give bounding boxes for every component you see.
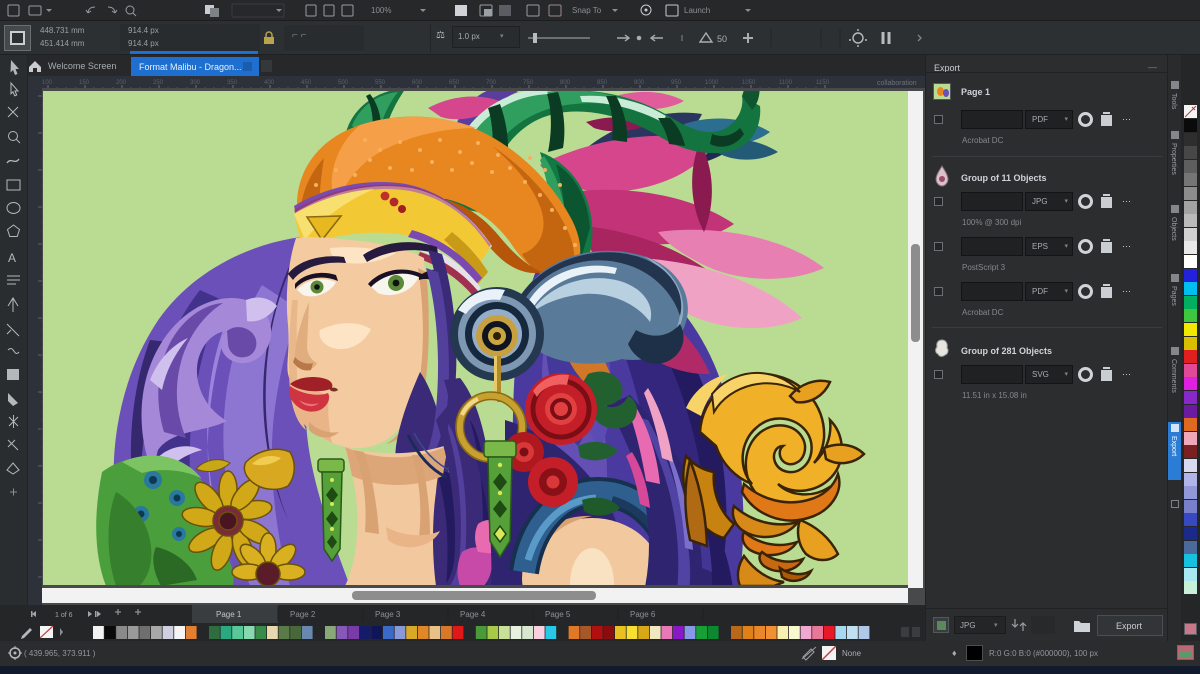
svg-text:400: 400 bbox=[264, 80, 275, 86]
svg-text:450: 450 bbox=[301, 80, 312, 86]
svg-text:300: 300 bbox=[190, 80, 201, 86]
svg-text:600: 600 bbox=[412, 80, 423, 86]
svg-text:350: 350 bbox=[227, 80, 238, 86]
svg-text:100: 100 bbox=[42, 80, 53, 86]
svg-text:950: 950 bbox=[671, 80, 682, 86]
svg-text:850: 850 bbox=[597, 80, 608, 86]
svg-text:1000: 1000 bbox=[705, 80, 719, 86]
svg-text:Page 4: Page 4 bbox=[460, 610, 486, 619]
svg-text:Page 3: Page 3 bbox=[375, 610, 401, 619]
svg-text:150: 150 bbox=[79, 80, 90, 86]
svg-text:200: 200 bbox=[116, 80, 127, 86]
svg-text:650: 650 bbox=[449, 80, 460, 86]
svg-text:1150: 1150 bbox=[816, 80, 830, 86]
svg-text:Page 1: Page 1 bbox=[216, 610, 242, 619]
svg-text:550: 550 bbox=[375, 80, 386, 86]
svg-text:1100: 1100 bbox=[779, 80, 793, 86]
svg-text:1 of 6: 1 of 6 bbox=[55, 612, 73, 619]
svg-text:Page 2: Page 2 bbox=[290, 610, 316, 619]
svg-text:500: 500 bbox=[338, 80, 349, 86]
svg-text:Page 5: Page 5 bbox=[545, 610, 571, 619]
svg-text:750: 750 bbox=[523, 80, 534, 86]
svg-text:900: 900 bbox=[634, 80, 645, 86]
svg-text:700: 700 bbox=[486, 80, 497, 86]
svg-text:Page 6: Page 6 bbox=[630, 610, 656, 619]
svg-text:250: 250 bbox=[153, 80, 164, 86]
svg-text:collaboration: collaboration bbox=[877, 80, 917, 87]
svg-text:800: 800 bbox=[560, 80, 571, 86]
svg-text:A: A bbox=[8, 251, 16, 265]
svg-text:50: 50 bbox=[717, 34, 727, 44]
svg-text:1050: 1050 bbox=[742, 80, 756, 86]
